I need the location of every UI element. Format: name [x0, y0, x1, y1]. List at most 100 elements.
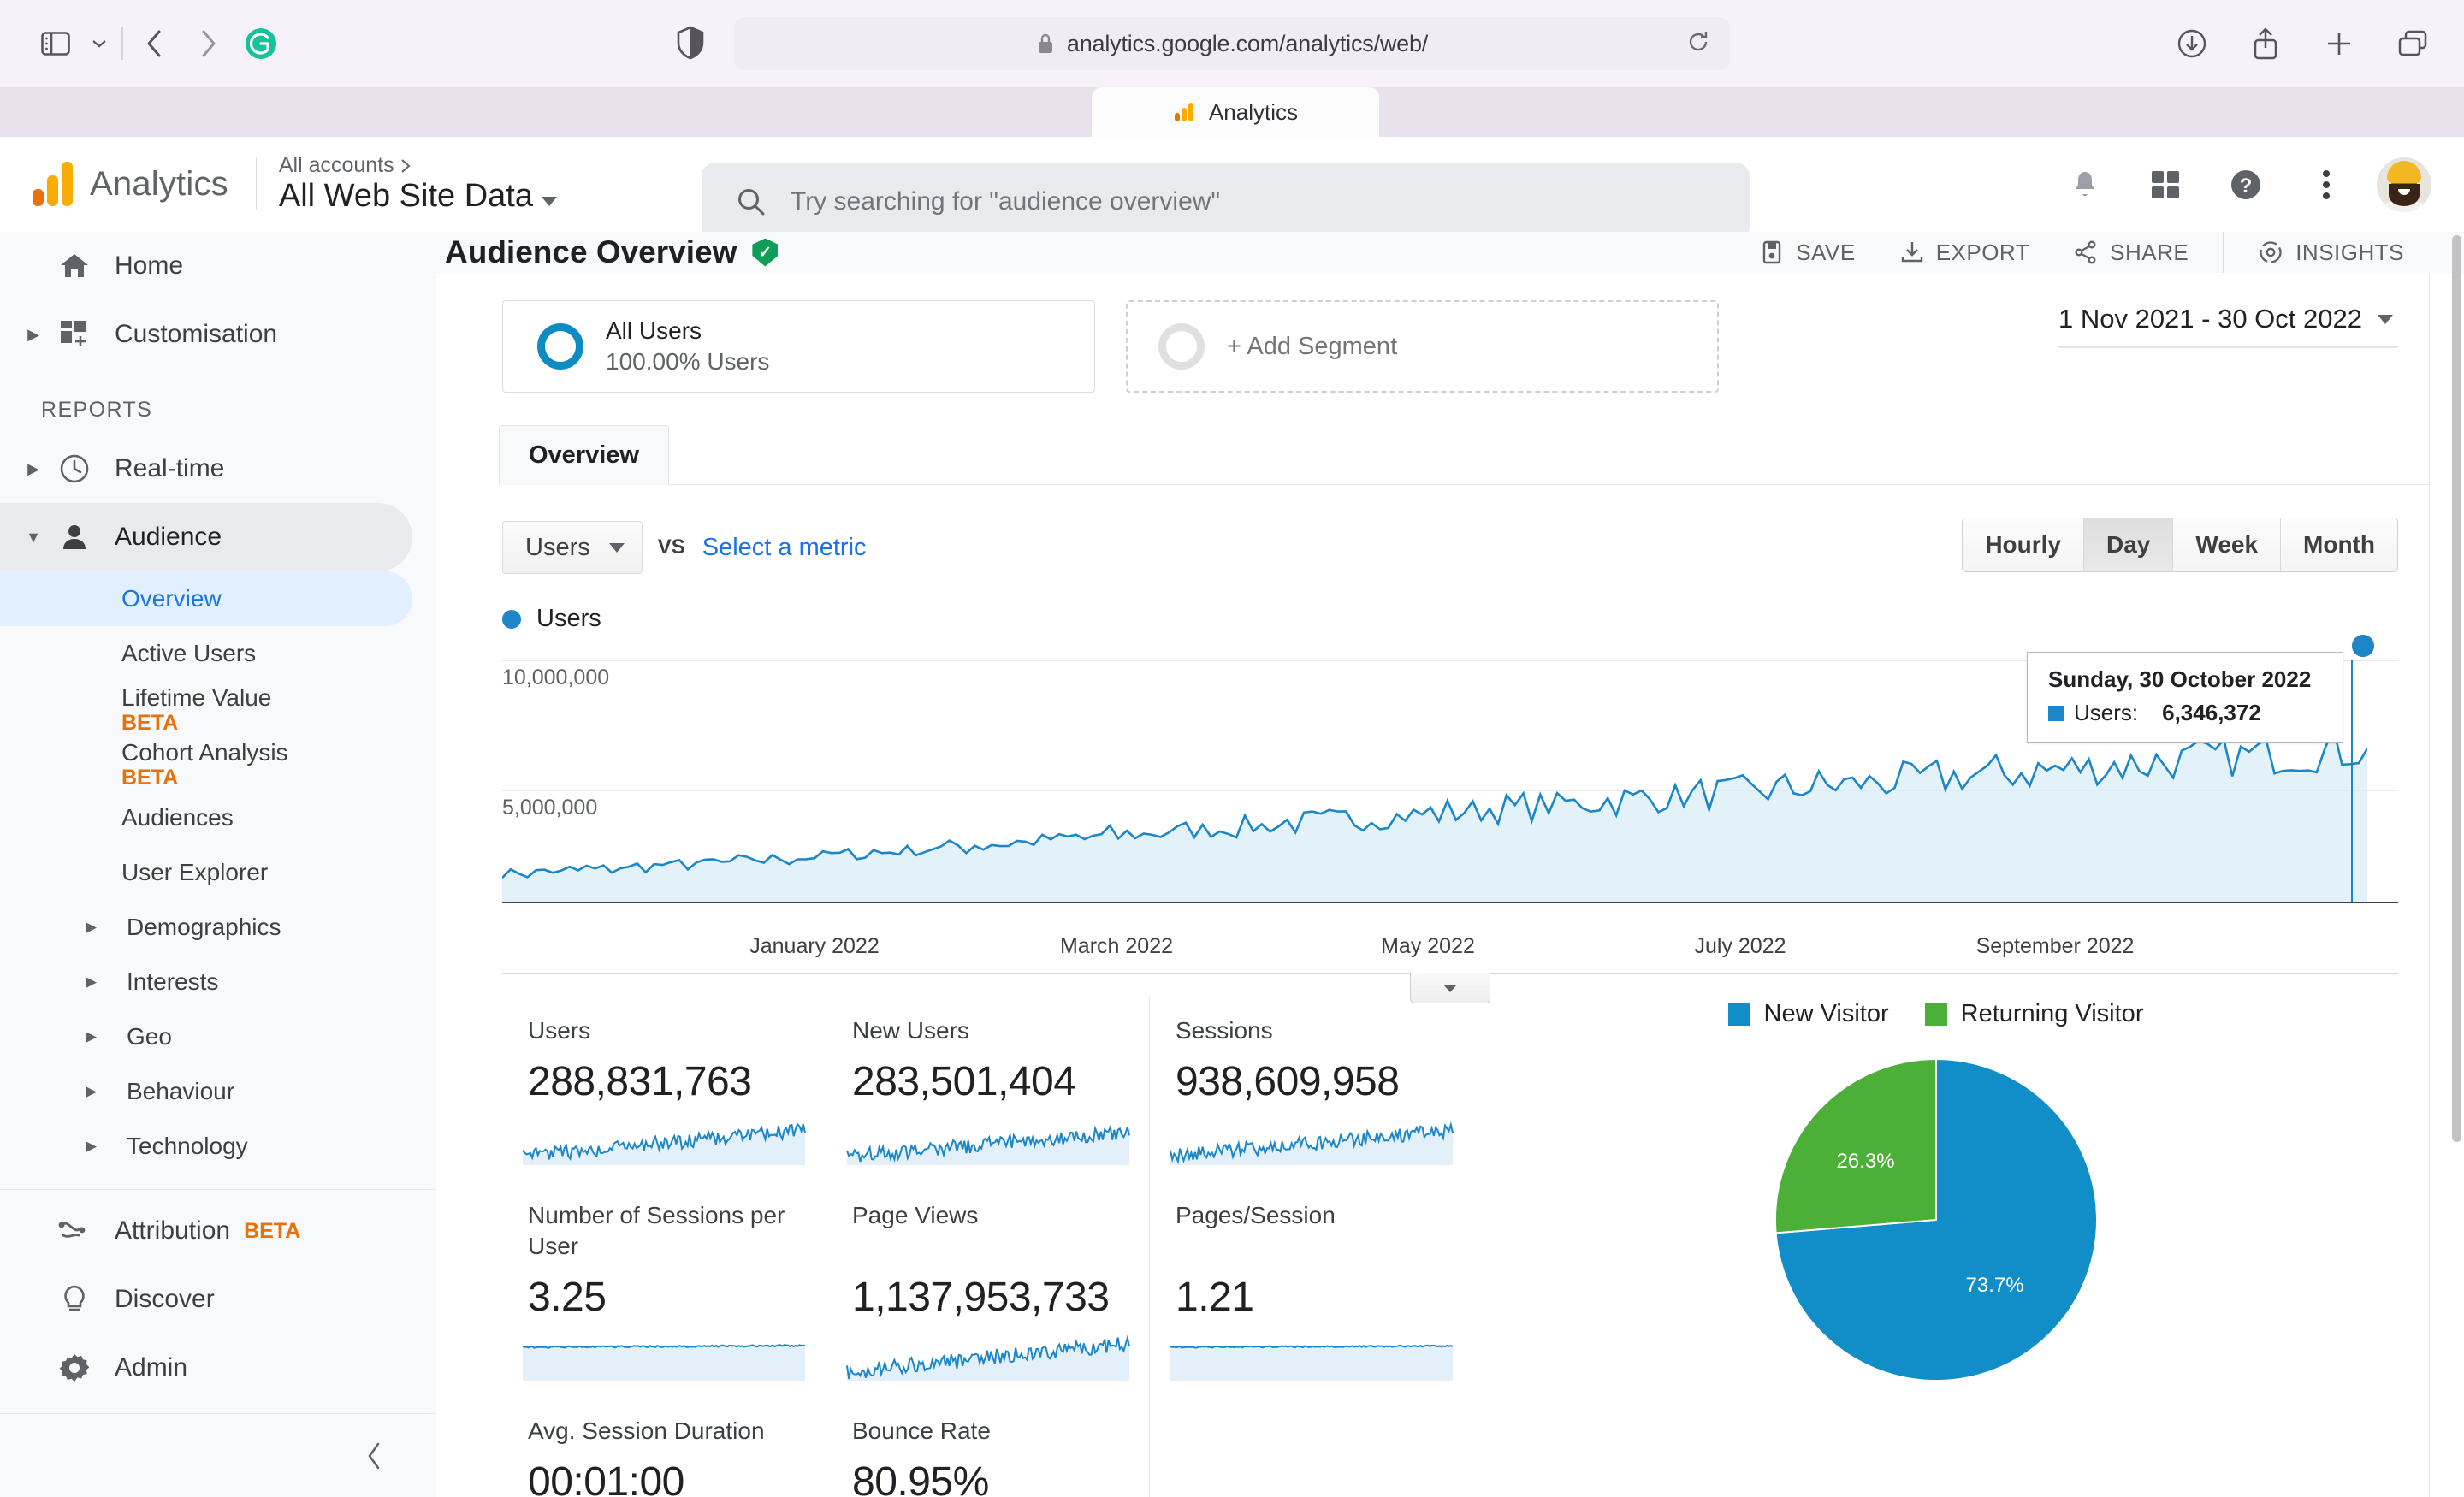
chevron-left-icon	[368, 1442, 380, 1469]
metric-label: New Users	[852, 1017, 969, 1044]
sidebar-item-label: Attribution	[115, 1216, 231, 1245]
metric-value: 938,609,958	[1176, 1059, 1400, 1104]
sidebar-subitem-lifetime-value[interactable]: Lifetime Value BETA	[0, 681, 412, 736]
granularity-hourly[interactable]: Hourly	[1963, 518, 2085, 571]
sidebar-item-discover[interactable]: Discover	[0, 1265, 412, 1334]
sidebar-subitem-cohort-analysis[interactable]: Cohort Analysis BETA	[0, 736, 412, 790]
reload-icon[interactable]	[1685, 29, 1711, 59]
sidebar-item-admin[interactable]: Admin	[0, 1334, 412, 1402]
expand-arrow-icon[interactable]: ▶	[86, 1028, 97, 1045]
metric-card-sessions-per-user[interactable]: Number of Sessions per User 3.25	[502, 1181, 826, 1397]
header-actions: ?	[2045, 137, 2431, 232]
save-icon	[1763, 240, 1781, 264]
expand-arrow-icon[interactable]: ▶	[86, 919, 97, 936]
pie-slice-label-new: 73.7%	[1965, 1274, 2024, 1297]
apps-grid-icon[interactable]	[2125, 145, 2206, 225]
scrollbar-thumb[interactable]	[2452, 235, 2461, 1142]
expand-arrow-icon[interactable]: ▶	[15, 460, 51, 478]
property-selector[interactable]: All Web Site Data	[279, 178, 557, 215]
tab-overview[interactable]: Overview	[499, 425, 669, 485]
search-input[interactable]: Try searching for "audience overview"	[702, 163, 1750, 241]
privacy-shield-icon[interactable]	[676, 26, 705, 64]
sidebar-subitem-audiences[interactable]: Audiences	[0, 790, 412, 845]
help-circle-icon[interactable]: ?	[2206, 145, 2286, 225]
download-icon[interactable]	[2170, 17, 2214, 70]
attribution-icon	[51, 1216, 98, 1246]
browser-tab-analytics[interactable]: Analytics	[1092, 87, 1379, 137]
page-scrollbar[interactable]	[2450, 232, 2464, 1497]
analytics-logo[interactable]: Analytics	[33, 162, 228, 206]
sidebar-item-audience[interactable]: ▼ Audience	[0, 503, 412, 571]
sidebar-item-attribution[interactable]: Attribution BETA	[0, 1197, 412, 1265]
tab-overview-icon[interactable]	[2390, 17, 2435, 70]
pie-legend-item-returning[interactable]: Returning Visitor	[1924, 1000, 2144, 1028]
pie-legend-item-new[interactable]: New Visitor	[1727, 1000, 1889, 1028]
account-breadcrumb[interactable]: All accounts	[279, 153, 557, 178]
save-button[interactable]: SAVE	[1738, 240, 1877, 266]
chart-x-axis-labels: January 2022 March 2022 May 2022 July 20…	[502, 927, 2398, 968]
share-button[interactable]: SHARE	[2052, 240, 2211, 266]
more-vertical-icon[interactable]	[2286, 145, 2366, 225]
users-timeseries-chart[interactable]: 10,000,000 5,000,000 Sunday, 30 October …	[502, 635, 2398, 920]
metric-card-avg-session-duration[interactable]: Avg. Session Duration 00:01:00	[502, 1397, 826, 1497]
sidebar-subitem-demographics[interactable]: ▶ Demographics	[0, 900, 412, 955]
tooltip-series-label: Users:	[2074, 700, 2139, 725]
sidebar-dropdown-icon[interactable]	[82, 17, 116, 70]
metric-selector[interactable]: Users	[502, 521, 643, 574]
back-arrow-icon[interactable]	[128, 17, 181, 70]
user-avatar[interactable]	[2377, 157, 2431, 212]
sidebar-item-realtime[interactable]: ▶ Real-time	[0, 435, 412, 503]
sidebar-subitem-technology[interactable]: ▶ Technology	[0, 1119, 412, 1174]
metric-label: Page Views	[852, 1202, 979, 1228]
pie-chart[interactable]: 26.3% 73.7%	[1774, 1057, 2099, 1382]
chevron-down-icon	[2378, 314, 2393, 324]
metric-card-empty	[1149, 1397, 1472, 1497]
sidebar-item-customisation[interactable]: ▶ Customisation	[0, 300, 412, 369]
share-icon[interactable]	[2243, 17, 2288, 70]
pie-legend-label: Returning Visitor	[1960, 1000, 2144, 1027]
sidebar-collapse-button[interactable]	[0, 1413, 436, 1497]
address-bar[interactable]: analytics.google.com/analytics/web/	[734, 17, 1730, 70]
save-label: SAVE	[1796, 239, 1856, 265]
metric-card-new-users[interactable]: New Users 283,501,404	[826, 997, 1149, 1181]
granularity-day[interactable]: Day	[2084, 518, 2174, 571]
sidebar-item-home[interactable]: Home	[0, 232, 412, 300]
account-selector[interactable]: All accounts All Web Site Data	[279, 153, 557, 215]
url-text: analytics.google.com/analytics/web/	[1066, 30, 1429, 56]
export-button[interactable]: EXPORT	[1878, 240, 2052, 266]
select-metric-link[interactable]: Select a metric	[702, 534, 867, 562]
sidebar-item-label: Customisation	[115, 320, 278, 348]
granularity-week[interactable]: Week	[2173, 518, 2282, 571]
date-range-label: 1 Nov 2021 - 30 Oct 2022	[2058, 304, 2362, 334]
sidebar-toggle-icon[interactable]	[29, 17, 82, 70]
expand-arrow-icon[interactable]: ▶	[15, 326, 51, 344]
sidebar-subitem-interests[interactable]: ▶ Interests	[0, 955, 412, 1009]
insights-button[interactable]: INSIGHTS	[2236, 240, 2426, 266]
sidebar-subitem-user-explorer[interactable]: User Explorer	[0, 845, 412, 900]
plus-icon[interactable]	[2317, 17, 2361, 70]
metric-label: Avg. Session Duration	[528, 1417, 765, 1444]
segment-all-users[interactable]: All Users 100.00% Users	[502, 300, 1095, 393]
sidebar-subitem-overview[interactable]: Overview	[0, 571, 412, 626]
metric-card-bounce-rate[interactable]: Bounce Rate 80.95%	[826, 1397, 1149, 1497]
add-segment-button[interactable]: + Add Segment	[1126, 300, 1719, 393]
sidebar-subitem-geo[interactable]: ▶ Geo	[0, 1009, 412, 1064]
granularity-month[interactable]: Month	[2281, 518, 2397, 571]
metric-card-page-views[interactable]: Page Views 1,137,953,733	[826, 1181, 1149, 1397]
metric-card-users[interactable]: Users 288,831,763	[502, 997, 826, 1181]
metric-card-pages-per-session[interactable]: Pages/Session 1.21	[1149, 1181, 1472, 1397]
sidebar-subitem-label: Geo	[127, 1022, 172, 1050]
expand-arrow-icon[interactable]: ▶	[86, 1138, 97, 1155]
collapse-arrow-icon[interactable]: ▼	[15, 529, 51, 547]
date-range-picker[interactable]: 1 Nov 2021 - 30 Oct 2022	[2058, 304, 2398, 348]
sidebar-subitem-label: Demographics	[127, 913, 281, 940]
expand-arrow-icon[interactable]: ▶	[86, 1083, 97, 1100]
metric-card-sessions[interactable]: Sessions 938,609,958	[1149, 997, 1472, 1181]
bell-icon[interactable]	[2045, 145, 2125, 225]
forward-arrow-icon[interactable]	[181, 17, 234, 70]
insights-icon	[2260, 241, 2282, 263]
sidebar-subitem-active-users[interactable]: Active Users	[0, 626, 412, 681]
grammarly-extension-icon[interactable]	[234, 17, 287, 70]
sidebar-subitem-behaviour[interactable]: ▶ Behaviour	[0, 1064, 412, 1119]
expand-arrow-icon[interactable]: ▶	[86, 973, 97, 991]
